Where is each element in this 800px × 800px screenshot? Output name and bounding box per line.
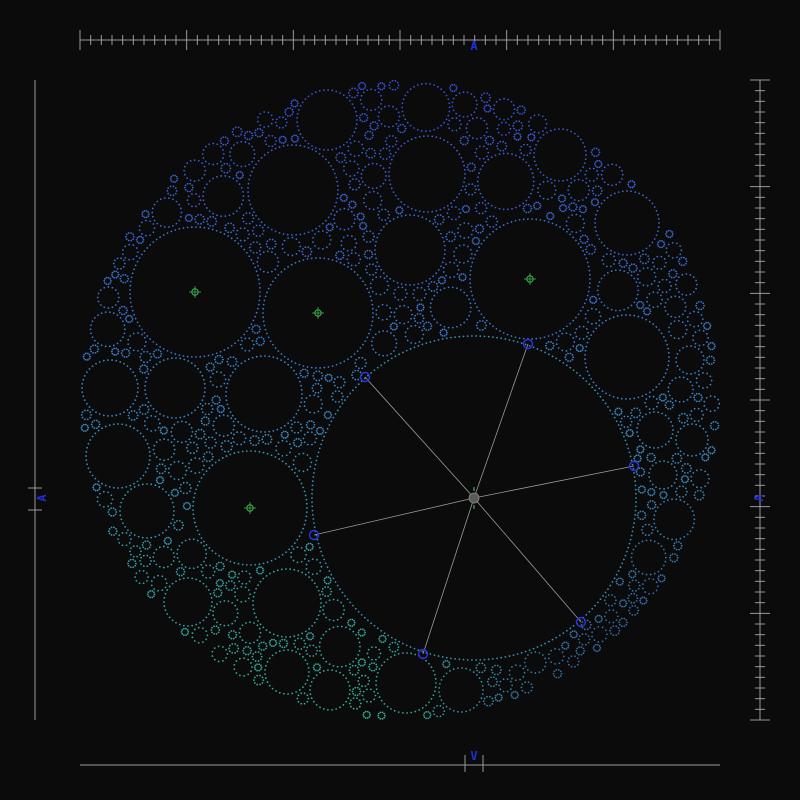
left-axis-letter: A	[35, 494, 49, 502]
circle-packing-artwork: A V A V	[0, 0, 800, 800]
canvas-background	[0, 0, 800, 800]
center-marker-icon[interactable]	[468, 492, 480, 504]
right-axis-letter: V	[751, 494, 765, 501]
bottom-axis-letter: V	[470, 749, 477, 763]
top-axis-letter: A	[470, 39, 478, 53]
generative-art-canvas: A V A V	[0, 0, 800, 800]
